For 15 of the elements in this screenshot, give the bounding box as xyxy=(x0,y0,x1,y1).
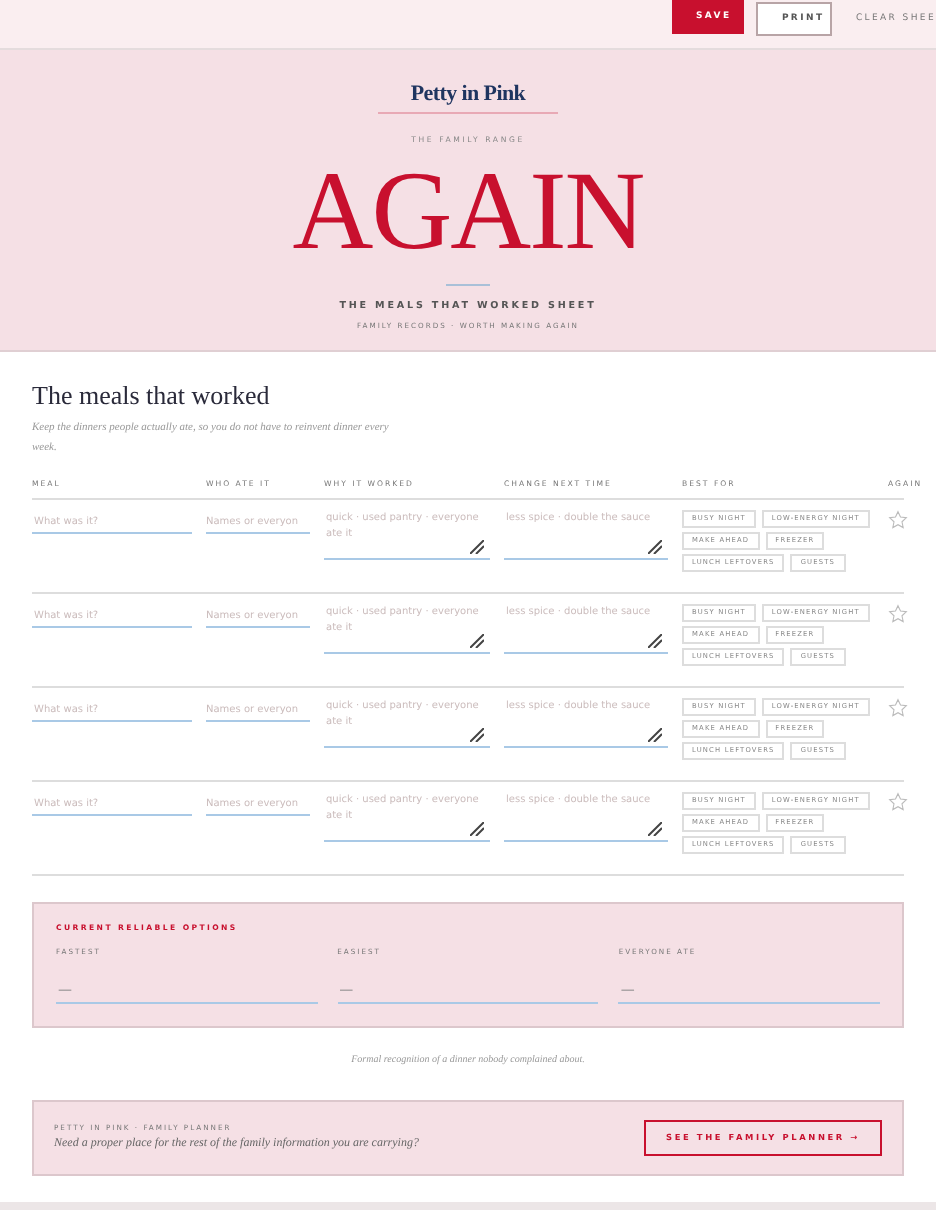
resize-handle-icon[interactable] xyxy=(470,822,484,836)
resize-handle-icon[interactable] xyxy=(648,728,662,742)
resize-handle-icon[interactable] xyxy=(470,540,484,554)
resize-handle-icon[interactable] xyxy=(648,540,662,554)
resize-handle-icon[interactable] xyxy=(648,822,662,836)
resize-handle-icon[interactable] xyxy=(648,634,662,648)
star-icon[interactable] xyxy=(888,604,908,624)
section-title: The meals that worked xyxy=(32,380,272,412)
star-icon[interactable] xyxy=(888,792,908,812)
resize-handle-icon[interactable] xyxy=(470,728,484,742)
brand-logo: Petty in Pink xyxy=(410,82,526,106)
resize-handle-icon[interactable] xyxy=(470,634,484,648)
star-icon[interactable] xyxy=(888,510,908,530)
hero-title: AGAIN xyxy=(292,156,644,268)
star-icon[interactable] xyxy=(888,698,908,718)
